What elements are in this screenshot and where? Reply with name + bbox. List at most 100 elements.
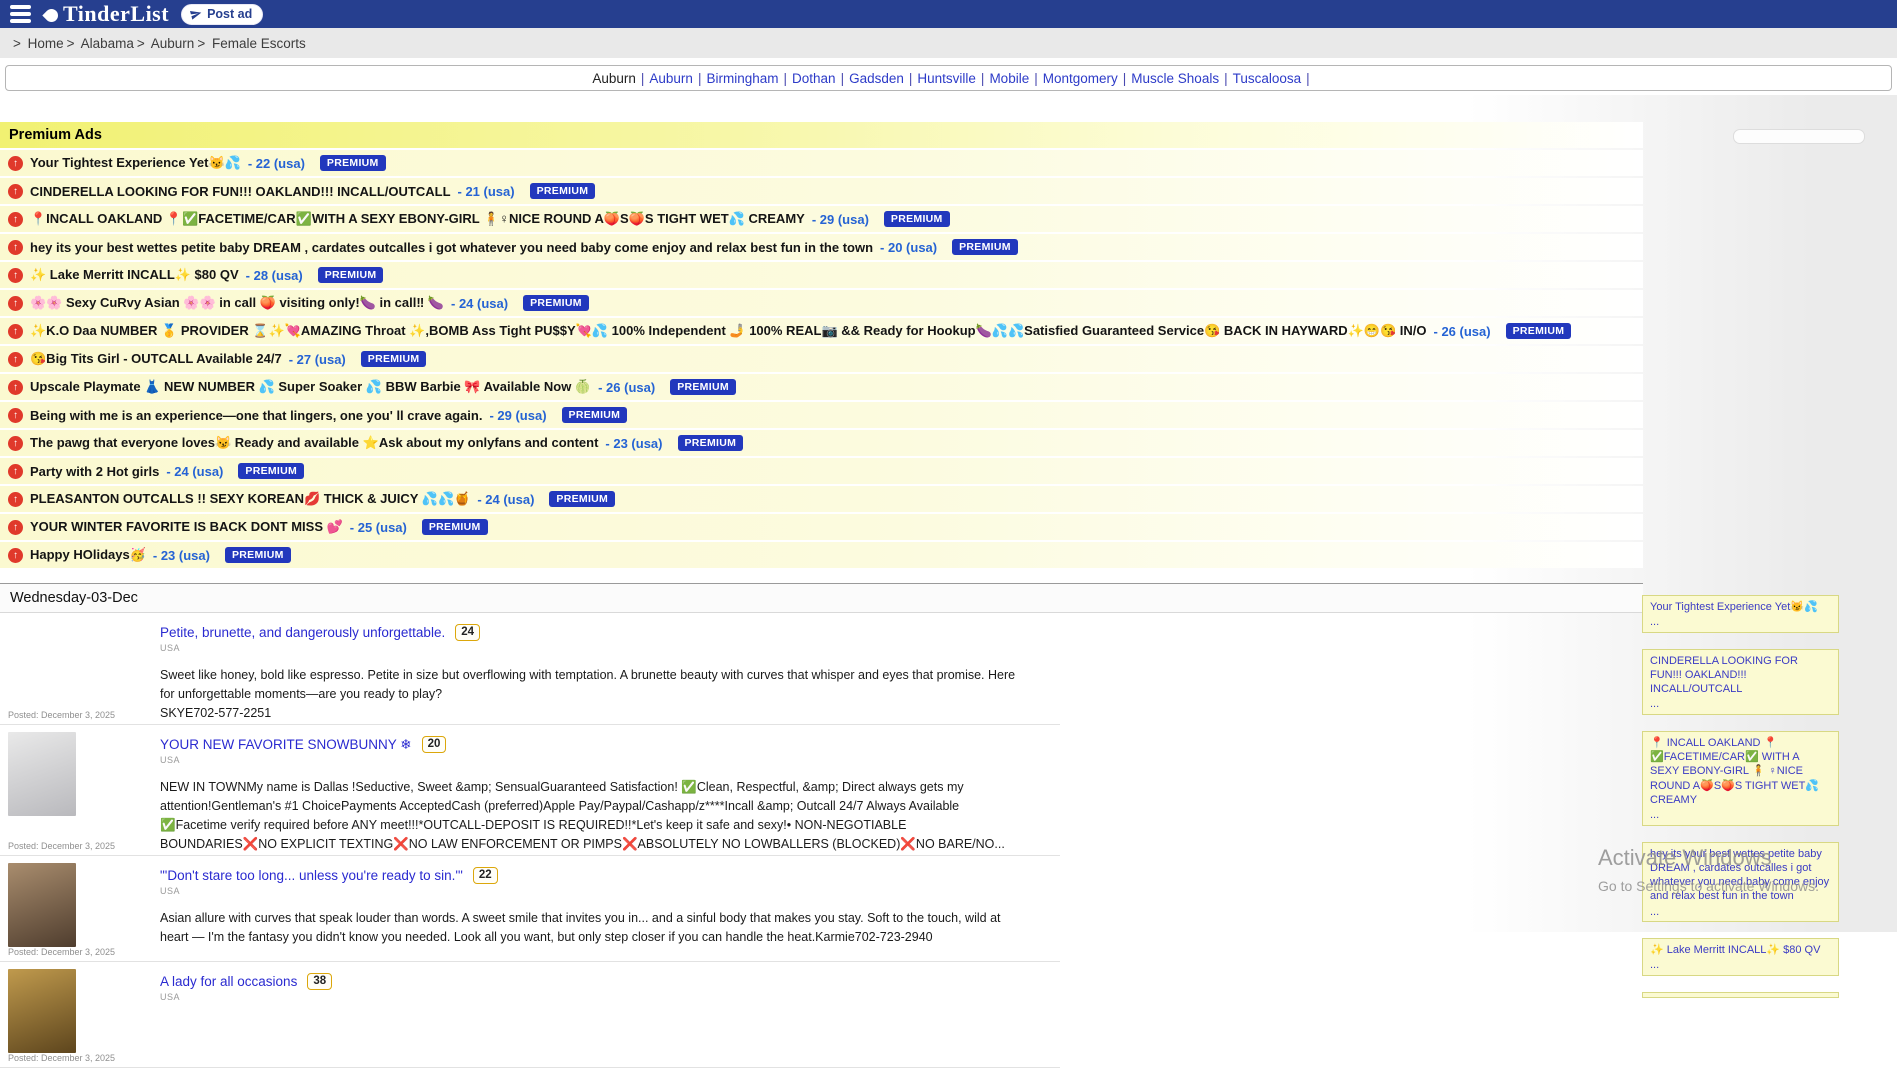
city-item: Auburn | xyxy=(644,71,701,86)
premium-ad-title[interactable]: Your Tightest Experience Yet😼💦 xyxy=(30,155,241,171)
premium-ad-row[interactable]: ↑ ✨K.O Daa NUMBER 🥇 PROVIDER ⌛✨💘AMAZING … xyxy=(0,318,1643,344)
sidebar-ad-more: ... xyxy=(1650,958,1831,972)
breadcrumb: > Home > Alabama > Auburn > Female Escor… xyxy=(0,28,1897,58)
premium-ad-meta: - 25 (usa) xyxy=(350,520,407,535)
premium-ad-meta: - 23 (usa) xyxy=(153,548,210,563)
premium-ad-row[interactable]: ↑ Party with 2 Hot girls - 24 (usa) PREM… xyxy=(0,458,1643,484)
listings-feed: Posted: December 3, 2025 Petite, brunett… xyxy=(0,613,1060,1068)
sidebar: Your Tightest Experience Yet😼💦 ... CINDE… xyxy=(1642,595,1839,1014)
listing-contact: SKYE702-577-2251 xyxy=(160,704,1060,723)
premium-ad-title[interactable]: Upscale Playmate 👗 NEW NUMBER 💦 Super So… xyxy=(30,379,591,395)
premium-ad-row[interactable]: ↑ YOUR WINTER FAVORITE IS BACK DONT MISS… xyxy=(0,514,1643,540)
premium-ad-meta: - 29 (usa) xyxy=(489,408,546,423)
age-badge: 24 xyxy=(455,624,480,641)
sidebar-ad-box[interactable]: 📍 INCALL OAKLAND 📍 ✅FACETIME/CAR✅ WITH A… xyxy=(1642,731,1839,826)
city-link[interactable]: Mobile xyxy=(989,71,1029,86)
premium-badge: PREMIUM xyxy=(523,295,589,311)
city-link[interactable]: Huntsville xyxy=(917,71,976,86)
premium-ad-title[interactable]: 😘Big Tits Girl - OUTCALL Available 24/7 xyxy=(30,351,282,367)
post-ad-button[interactable]: Post ad xyxy=(181,4,263,25)
premium-ad-meta: - 24 (usa) xyxy=(166,464,223,479)
sidebar-ad-box[interactable]: ✨ Lake Merritt INCALL✨ $80 QV ... xyxy=(1642,938,1839,976)
premium-badge: PREMIUM xyxy=(361,351,427,367)
premium-ad-meta: - 24 (usa) xyxy=(477,492,534,507)
premium-badge: PREMIUM xyxy=(884,211,950,227)
premium-ad-title[interactable]: CINDERELLA LOOKING FOR FUN!!! OAKLAND!!!… xyxy=(30,184,451,199)
sidebar-ad-more: ... xyxy=(1650,615,1831,629)
breadcrumb-link[interactable]: Alabama xyxy=(81,36,134,51)
city-item: Tuscaloosa | xyxy=(1228,71,1310,86)
listing-description: Sweet like honey, bold like espresso. Pe… xyxy=(160,666,1020,704)
premium-ad-title[interactable]: Happy HOlidays🥳 xyxy=(30,547,146,563)
listing-photo[interactable] xyxy=(8,863,76,947)
premium-ad-row[interactable]: ↑ 📍INCALL OAKLAND 📍✅FACETIME/CAR✅WITH A … xyxy=(0,206,1643,232)
premium-badge: PREMIUM xyxy=(318,267,384,283)
city-link[interactable]: Gadsden xyxy=(849,71,904,86)
premium-badge: PREMIUM xyxy=(1506,323,1572,339)
premium-ad-title[interactable]: PLEASANTON OUTCALLS !! SEXY KOREAN💋 THIC… xyxy=(30,491,470,507)
sidebar-ad-box-partial[interactable] xyxy=(1642,992,1839,998)
premium-badge: PREMIUM xyxy=(952,239,1018,255)
breadcrumb-link[interactable]: Female Escorts xyxy=(212,36,306,51)
premium-badge: PREMIUM xyxy=(238,463,304,479)
premium-ad-title[interactable]: hey its your best wettes petite baby DRE… xyxy=(30,240,873,255)
post-ad-label: Post ad xyxy=(207,7,252,21)
premium-ad-title[interactable]: 🌸🌸 Sexy CuRvy Asian 🌸🌸 in call 🍑 visitin… xyxy=(30,295,444,311)
listing-description: NEW IN TOWNMy name is Dallas !Seductive,… xyxy=(160,778,1020,853)
premium-ad-row[interactable]: ↑ CINDERELLA LOOKING FOR FUN!!! OAKLAND!… xyxy=(0,178,1643,204)
up-arrow-icon: ↑ xyxy=(8,156,23,171)
premium-ad-row[interactable]: ↑ ✨ Lake Merritt INCALL✨ $80 QV - 28 (us… xyxy=(0,262,1643,288)
premium-ad-row[interactable]: ↑ 🌸🌸 Sexy CuRvy Asian 🌸🌸 in call 🍑 visit… xyxy=(0,290,1643,316)
listing-title-link[interactable]: Petite, brunette, and dangerously unforg… xyxy=(160,625,445,640)
posted-label: Posted: December 3, 2025 xyxy=(8,1053,160,1065)
city-link[interactable]: Muscle Shoals xyxy=(1131,71,1219,86)
listing-title-link[interactable]: "'Don't stare too long... unless you're … xyxy=(160,868,463,883)
listing-title-link[interactable]: YOUR NEW FAVORITE SNOWBUNNY ❄ xyxy=(160,737,412,753)
premium-ad-row[interactable]: ↑ The pawg that everyone loves😼 Ready an… xyxy=(0,430,1643,456)
breadcrumb-item: > Alabama xyxy=(64,36,134,51)
premium-ad-title[interactable]: ✨K.O Daa NUMBER 🥇 PROVIDER ⌛✨💘AMAZING Th… xyxy=(30,323,1427,339)
listing-photo[interactable] xyxy=(8,620,76,704)
city-link[interactable]: Auburn xyxy=(592,71,636,86)
listing-photo[interactable] xyxy=(8,969,76,1053)
premium-ad-meta: - 27 (usa) xyxy=(289,352,346,367)
listing-photo[interactable] xyxy=(8,732,76,816)
premium-ad-title[interactable]: Party with 2 Hot girls xyxy=(30,464,159,479)
listing-left-column: Posted: December 3, 2025 xyxy=(8,732,160,853)
premium-ad-row[interactable]: ↑ PLEASANTON OUTCALLS !! SEXY KOREAN💋 TH… xyxy=(0,486,1643,512)
city-link[interactable]: Birmingham xyxy=(706,71,778,86)
premium-ad-title[interactable]: Being with me is an experience—one that … xyxy=(30,408,482,423)
country-label: USA xyxy=(160,886,1060,896)
city-link[interactable]: Dothan xyxy=(792,71,836,86)
listing-title-link[interactable]: A lady for all occasions xyxy=(160,974,297,989)
listing-left-column: Posted: December 3, 2025 xyxy=(8,620,160,722)
premium-ad-row[interactable]: ↑ Upscale Playmate 👗 NEW NUMBER 💦 Super … xyxy=(0,374,1643,400)
premium-badge: PREMIUM xyxy=(530,183,596,199)
premium-ad-title[interactable]: 📍INCALL OAKLAND 📍✅FACETIME/CAR✅WITH A SE… xyxy=(30,211,805,227)
sidebar-ad-box[interactable]: Your Tightest Experience Yet😼💦 ... xyxy=(1642,595,1839,633)
sidebar-ad-box[interactable]: hey its your best wettes petite baby DRE… xyxy=(1642,842,1839,922)
up-arrow-icon: ↑ xyxy=(8,184,23,199)
premium-ad-row[interactable]: ↑ Happy HOlidays🥳 - 23 (usa) PREMIUM xyxy=(0,542,1643,568)
hamburger-menu-icon[interactable] xyxy=(8,3,33,25)
premium-ad-row[interactable]: ↑ hey its your best wettes petite baby D… xyxy=(0,234,1643,260)
up-arrow-icon: ↑ xyxy=(8,240,23,255)
posted-label: Posted: December 3, 2025 xyxy=(8,841,160,853)
city-link[interactable]: Auburn xyxy=(649,71,693,86)
breadcrumb-link[interactable]: Home xyxy=(28,36,64,51)
premium-section-title: Premium Ads xyxy=(0,122,1643,148)
premium-ad-title[interactable]: YOUR WINTER FAVORITE IS BACK DONT MISS 💕 xyxy=(30,519,343,535)
site-logo[interactable]: TinderList xyxy=(45,1,169,27)
city-item: Birmingham | xyxy=(701,71,787,86)
up-arrow-icon: ↑ xyxy=(8,520,23,535)
premium-ad-row[interactable]: ↑ 😘Big Tits Girl - OUTCALL Available 24/… xyxy=(0,346,1643,372)
city-link[interactable]: Tuscaloosa xyxy=(1233,71,1302,86)
breadcrumb-link[interactable]: Auburn xyxy=(151,36,195,51)
city-link[interactable]: Montgomery xyxy=(1043,71,1118,86)
premium-badge: PREMIUM xyxy=(670,379,736,395)
premium-ad-row[interactable]: ↑ Your Tightest Experience Yet😼💦 - 22 (u… xyxy=(0,150,1643,176)
premium-ad-title[interactable]: The pawg that everyone loves😼 Ready and … xyxy=(30,435,598,451)
sidebar-ad-box[interactable]: CINDERELLA LOOKING FOR FUN!!! OAKLAND!!!… xyxy=(1642,649,1839,715)
premium-ad-title[interactable]: ✨ Lake Merritt INCALL✨ $80 QV xyxy=(30,267,239,283)
premium-ad-row[interactable]: ↑ Being with me is an experience—one tha… xyxy=(0,402,1643,428)
